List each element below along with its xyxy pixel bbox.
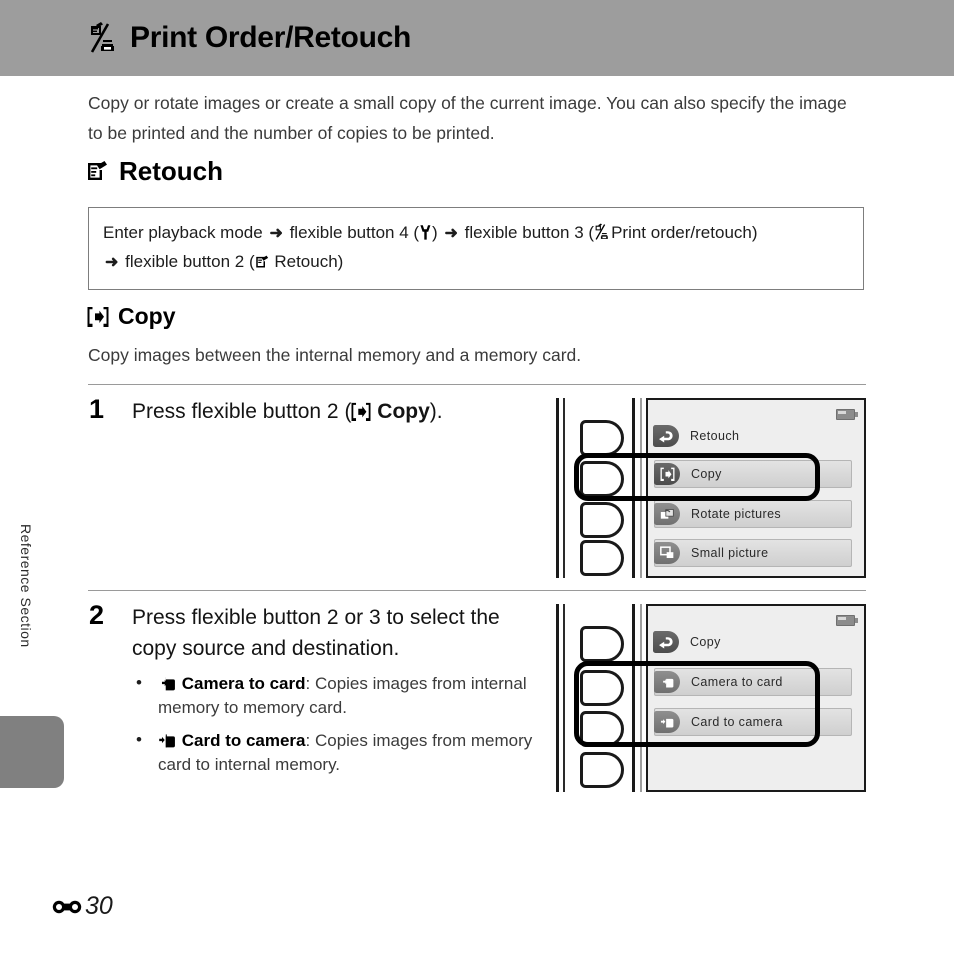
step-1-text-after: ). [429,400,443,423]
copy-icon-badge [654,463,680,485]
bullet-card-to-camera-label: Card to camera [181,731,306,750]
bullet-camera-to-card-sep: : [305,674,315,693]
step-1-text: Press flexible button 2 ( Copy). [132,396,532,427]
screen-divider-light-2 [640,604,642,792]
camera-illustration-step-1: Retouch Copy Rotate pictures Small pictu… [556,398,866,578]
menu-item-rotate-pictures-label: Rotate pictures [691,507,782,521]
step-2-text: Press flexible button 2 or 3 to select t… [132,602,537,786]
camera-to-card-icon [158,676,177,692]
step-1-text-bold: Copy [377,400,430,423]
print-order-retouch-icon [88,21,120,55]
retouch-icon-inline [255,255,270,270]
flexible-button-1-step2[interactable] [580,626,624,662]
navpath-part3: ) [432,223,438,242]
arrow-icon-3: ➜ [105,254,119,271]
menu-item-small-picture[interactable]: Small picture [654,539,852,567]
screen-title-label-step-2: Copy [690,635,721,649]
screen-divider-light [640,398,642,578]
menu-item-camera-to-card[interactable]: Camera to card [654,668,852,696]
navigation-path-box: Enter playback mode ➜ flexible button 4 … [88,207,864,290]
camera-illustration-step-2: Copy Camera to card Card to camera [556,604,866,792]
camera-body-edge-outer-2 [556,604,559,792]
copy-icon-inline-step1 [351,402,371,421]
print-order-retouch-icon-inline [594,223,611,241]
flexible-button-4[interactable] [580,540,624,576]
flexible-button-3[interactable] [580,502,624,538]
reference-section-tab [0,716,64,788]
page-title: Print Order/Retouch [130,21,411,54]
bullet-camera-to-card-label: Camera to card [181,674,306,693]
camera-to-card-icon-badge [654,671,680,693]
menu-item-copy[interactable]: Copy [654,460,852,488]
flexible-button-column [580,398,628,578]
page-number: 30 [85,892,113,920]
divider-rule-2 [88,590,866,591]
back-arrow-icon-2 [653,631,679,653]
step-2-number: 2 [89,600,105,630]
copy-icon [87,306,109,327]
flexible-button-4-step2[interactable] [580,752,624,788]
page-header-band: Print Order/Retouch [0,0,954,76]
menu-item-camera-to-card-label: Camera to card [691,675,783,689]
menu-item-small-picture-label: Small picture [691,546,769,560]
navpath-part1: Enter playback mode [103,223,263,242]
navpath-part4: flexible button 3 ( [464,223,595,242]
reference-section-side-label: Reference Section [18,524,34,648]
divider-rule-1 [88,384,866,385]
page-header: Print Order/Retouch [88,21,411,55]
step-1-number: 1 [89,394,105,424]
rotate-pictures-icon [654,503,680,525]
bullet-card-to-camera: Card to camera: Copies images from memor… [132,728,537,777]
flexible-button-column-2 [580,604,628,792]
copy-heading-row: Copy [87,303,176,330]
bullet-camera-to-card: Camera to card: Copies images from inter… [132,671,537,720]
card-to-camera-icon [158,733,177,749]
screen-title-label-step-1: Retouch [690,429,740,443]
menu-item-rotate-pictures[interactable]: Rotate pictures [654,500,852,528]
step-2-instruction: Press flexible button 2 or 3 to select t… [132,606,500,660]
card-to-camera-icon-badge [654,711,680,733]
camera-screen-step-2: Copy Camera to card Card to camera [646,604,866,792]
camera-body-edge-inner-2 [563,604,565,792]
back-arrow-icon [653,425,679,447]
retouch-heading-row: Retouch [86,156,223,187]
screen-divider-dark [632,398,635,578]
camera-screen-step-1: Retouch Copy Rotate pictures Small pictu… [646,398,866,578]
retouch-heading-text: Retouch [119,156,223,186]
copy-heading-text: Copy [118,303,176,329]
navpath-part6: flexible button 2 ( [125,252,255,271]
bullet-card-to-camera-sep: : [305,731,315,750]
navpath-part7: Retouch) [274,252,344,271]
menu-item-card-to-camera-label: Card to camera [691,715,783,729]
step-2-bullet-list: Camera to card: Copies images from inter… [132,671,537,777]
step-1-text-before: Press flexible button 2 ( [132,400,352,423]
arrow-icon-1: ➜ [269,225,283,242]
screen-divider-dark-2 [632,604,635,792]
small-picture-icon [654,542,680,564]
menu-item-copy-label: Copy [691,467,722,481]
flexible-button-2[interactable] [580,461,624,497]
arrow-icon-2: ➜ [444,225,458,242]
menu-item-card-to-camera[interactable]: Card to camera [654,708,852,736]
flexible-button-2-step2[interactable] [580,670,624,706]
reference-section-icon [52,897,82,917]
screen-title-row-step-2: Copy [653,628,852,656]
flexible-button-3-step2[interactable] [580,711,624,747]
wrench-icon [419,224,432,241]
screen-title-row-step-1: Retouch [653,422,852,450]
battery-icon-2 [836,615,858,626]
flexible-button-1[interactable] [580,420,624,456]
copy-description: Copy images between the internal memory … [88,345,582,365]
retouch-icon [86,160,110,184]
intro-paragraph: Copy or rotate images or create a small … [88,93,847,143]
battery-icon [836,409,858,420]
camera-body-edge-outer [556,398,559,578]
navpath-part2: flexible button 4 ( [289,223,420,242]
camera-body-edge-inner [563,398,565,578]
page-footer: 30 [52,892,113,921]
navpath-part5: Print order/retouch) [611,223,758,242]
